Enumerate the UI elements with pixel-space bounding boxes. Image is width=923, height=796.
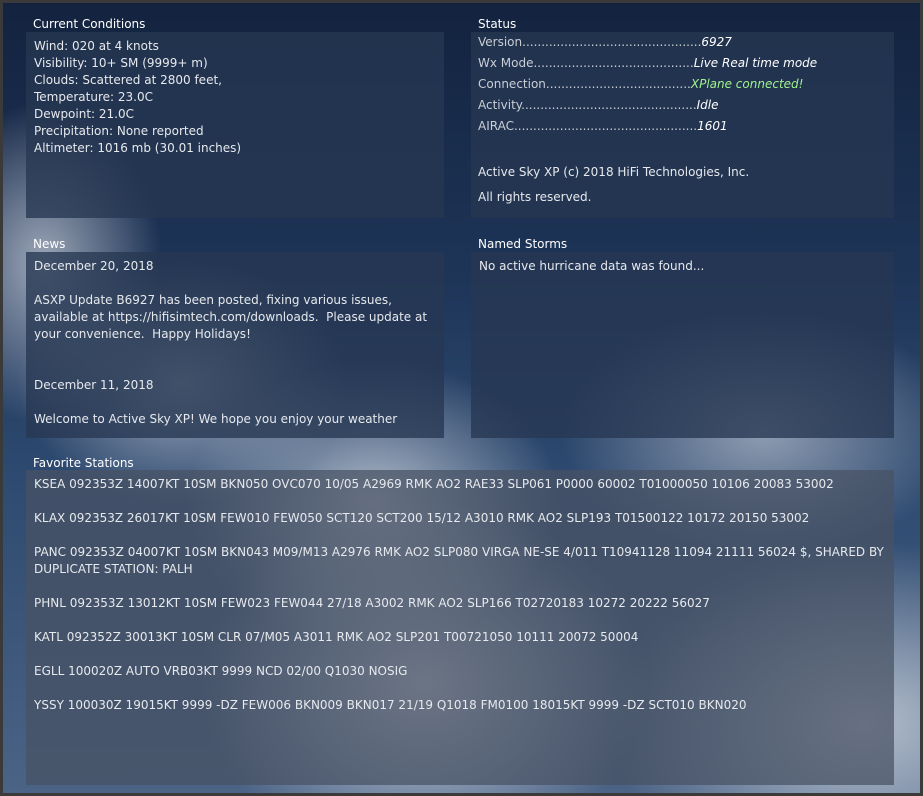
named-storms-message: No active hurricane data was found... — [479, 259, 705, 273]
airac-label: AIRAC...................................… — [478, 119, 698, 133]
news-item-1-date: December 20, 2018 — [34, 259, 154, 273]
wx-mode-label: Wx Mode.................................… — [478, 56, 694, 70]
rights-text: All rights reserved. — [478, 190, 592, 204]
station-metar-egll: EGLL 100020Z AUTO VRB03KT 9999 NCD 02/00… — [34, 664, 408, 678]
temperature-text: Temperature: 23.0C — [34, 90, 153, 104]
named-storms-title: Named Storms — [478, 237, 568, 251]
connection-value: XPlane connected! — [690, 77, 804, 91]
news-item-2-date: December 11, 2018 — [34, 378, 154, 392]
activity-value: Idle — [696, 98, 719, 112]
station-metar-panc: PANC 092353Z 04007KT 10SM BKN043 M09/M13… — [34, 545, 884, 576]
station-metar-ksea: KSEA 092353Z 14007KT 10SM BKN050 OVC070 … — [34, 477, 834, 491]
connection-label: Connection..............................… — [478, 77, 691, 91]
station-metar-yssy: YSSY 100030Z 19015KT 9999 -DZ FEW006 BKN… — [34, 698, 747, 712]
copyright-text: Active Sky XP (c) 2018 HiFi Technologies… — [478, 165, 750, 179]
airac-value: 1601 — [697, 119, 728, 133]
wind-text: Wind: 020 at 4 knots — [34, 39, 159, 53]
altimeter-text: Altimeter: 1016 mb (30.01 inches) — [34, 141, 242, 155]
version-label: Version.................................… — [478, 35, 702, 49]
status-row-version: Version.................................… — [478, 32, 887, 53]
current-conditions-panel: Wind: 020 at 4 knots Visibility: 10+ SM … — [26, 32, 444, 218]
status-panel: Version.................................… — [471, 32, 894, 218]
station-metar-phnl: PHNL 092353Z 13012KT 10SM FEW023 FEW044 … — [34, 596, 710, 610]
news-panel: December 20, 2018 ASXP Update B6927 has … — [26, 252, 444, 438]
favorite-stations-panel: KSEA 092353Z 14007KT 10SM BKN050 OVC070 … — [26, 470, 894, 785]
current-conditions-title: Current Conditions — [33, 17, 146, 31]
visibility-text: Visibility: 10+ SM (9999+ m) — [34, 56, 208, 70]
news-item-1-text: ASXP Update B6927 has been posted, fixin… — [34, 293, 431, 341]
dewpoint-text: Dewpoint: 21.0C — [34, 107, 134, 121]
status-row-activity: Activity................................… — [478, 95, 887, 116]
clouds-text: Clouds: Scattered at 2800 feet, — [34, 73, 222, 87]
status-row-wx-mode: Wx Mode.................................… — [478, 53, 887, 74]
wx-mode-value: Live Real time mode — [693, 56, 818, 70]
news-item-2-text: Welcome to Active Sky XP! We hope you en… — [34, 412, 398, 426]
copyright-block: Active Sky XP (c) 2018 HiFi Technologies… — [478, 160, 887, 210]
station-metar-katl: KATL 092352Z 30013KT 10SM CLR 07/M05 A30… — [34, 630, 639, 644]
named-storms-panel: No active hurricane data was found... — [471, 252, 894, 438]
status-row-connection: Connection..............................… — [478, 74, 887, 95]
precipitation-text: Precipitation: None reported — [34, 124, 204, 138]
activity-label: Activity................................… — [478, 98, 697, 112]
version-value: 6927 — [701, 35, 732, 49]
status-row-airac: AIRAC...................................… — [478, 116, 887, 137]
news-title: News — [33, 237, 66, 251]
status-title: Status — [478, 17, 517, 31]
main-window: Current Conditions Wind: 020 at 4 knots … — [0, 0, 923, 796]
station-metar-klax: KLAX 092353Z 26017KT 10SM FEW010 FEW050 … — [34, 511, 810, 525]
favorite-stations-title: Favorite Stations — [33, 456, 134, 470]
